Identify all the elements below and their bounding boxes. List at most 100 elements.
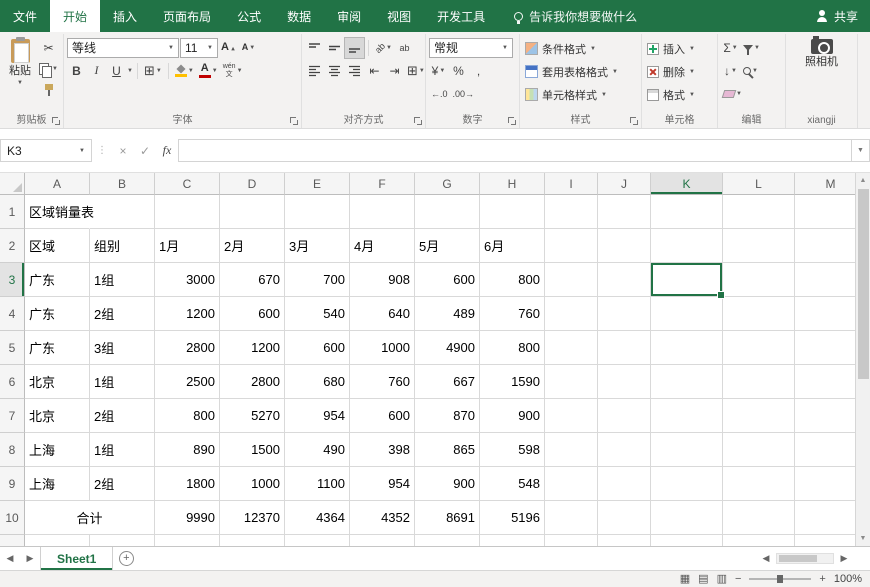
cell-K8[interactable] [651, 433, 723, 467]
horizontal-scrollbar[interactable]: ◀ ▶ [756, 547, 870, 570]
scroll-right-icon[interactable]: ▶ [834, 553, 854, 564]
cell-H11[interactable] [480, 535, 545, 546]
cell-G8[interactable]: 865 [415, 433, 480, 467]
cell-A2[interactable]: 区域 [25, 229, 90, 263]
cell-F9[interactable]: 954 [350, 467, 415, 501]
horizontal-scrollbar-track[interactable] [776, 553, 834, 564]
tab-page-layout[interactable]: 页面布局 [150, 0, 224, 32]
cell-E2[interactable]: 3月 [285, 229, 350, 263]
add-sheet-button[interactable]: + [113, 547, 139, 570]
underline-dropdown-icon[interactable]: ▼ [127, 68, 133, 74]
comma-style-button[interactable]: , [469, 61, 488, 81]
cell-H8[interactable]: 598 [480, 433, 545, 467]
tab-home[interactable]: 开始 [50, 0, 100, 32]
cell-I11[interactable] [545, 535, 598, 546]
cell-J2[interactable] [598, 229, 651, 263]
align-right-button[interactable] [345, 61, 364, 81]
formula-bar-expand-icon[interactable]: ▼ [852, 139, 870, 162]
paste-button[interactable]: 粘贴 ▼ [3, 36, 37, 89]
cell-L9[interactable] [723, 467, 795, 501]
column-header-B[interactable]: B [90, 173, 155, 195]
cell-B6[interactable]: 1组 [90, 365, 155, 399]
cell-G7[interactable]: 870 [415, 399, 480, 433]
cell-F3[interactable]: 908 [350, 263, 415, 297]
cell-A1[interactable]: 区域销量表 [25, 195, 90, 229]
cell-L8[interactable] [723, 433, 795, 467]
merge-center-button[interactable]: ⊞▼ [405, 61, 427, 81]
cell-I5[interactable] [545, 331, 598, 365]
accounting-format-button[interactable]: ¥▼ [429, 61, 448, 81]
cell-J10[interactable] [598, 501, 651, 535]
cell-J6[interactable] [598, 365, 651, 399]
vertical-scrollbar-thumb[interactable] [858, 189, 869, 379]
cell-D8[interactable]: 1500 [220, 433, 285, 467]
cell-J3[interactable] [598, 263, 651, 297]
cell-G11[interactable] [415, 535, 480, 546]
align-bottom-button[interactable] [345, 38, 364, 58]
column-header-A[interactable]: A [25, 173, 90, 195]
cell-E6[interactable]: 680 [285, 365, 350, 399]
sheet-nav-right-icon[interactable]: ▶ [20, 547, 40, 570]
cell-E3[interactable]: 700 [285, 263, 350, 297]
column-header-C[interactable]: C [155, 173, 220, 195]
cell-J7[interactable] [598, 399, 651, 433]
format-cells-button[interactable]: 格式▼ [645, 84, 697, 105]
cell-G5[interactable]: 4900 [415, 331, 480, 365]
cell-A5[interactable]: 广东 [25, 331, 90, 365]
zoom-slider[interactable] [749, 578, 811, 580]
cell-G6[interactable]: 667 [415, 365, 480, 399]
cell-J11[interactable] [598, 535, 651, 546]
paste-dropdown-icon[interactable]: ▼ [17, 80, 23, 86]
tab-insert[interactable]: 插入 [100, 0, 150, 32]
bold-button[interactable]: B [67, 61, 86, 81]
scroll-up-icon[interactable]: ▲ [860, 174, 867, 187]
cell-E11[interactable] [285, 535, 350, 546]
row-header-8[interactable]: 8 [0, 433, 25, 467]
tab-developer[interactable]: 开发工具 [424, 0, 498, 32]
cut-button[interactable]: ✂ [37, 38, 60, 58]
cell-I6[interactable] [545, 365, 598, 399]
name-box-dropdown-icon[interactable]: ▼ [79, 148, 85, 154]
cell-H2[interactable]: 6月 [480, 229, 545, 263]
font-size-select[interactable]: 11 ▼ [180, 38, 218, 58]
cell-K6[interactable] [651, 365, 723, 399]
font-name-select[interactable]: 等线 ▼ [67, 38, 179, 58]
cell-C11[interactable] [155, 535, 220, 546]
sort-filter-button[interactable]: ▼ [741, 38, 762, 58]
cell-D3[interactable]: 670 [220, 263, 285, 297]
cell-M8[interactable] [795, 433, 855, 467]
cell-K4[interactable] [651, 297, 723, 331]
cell-H7[interactable]: 900 [480, 399, 545, 433]
cell-D1[interactable] [220, 195, 285, 229]
align-top-button[interactable] [305, 38, 324, 58]
cell-C8[interactable]: 890 [155, 433, 220, 467]
cell-K9[interactable] [651, 467, 723, 501]
underline-button[interactable]: U [107, 61, 126, 81]
cell-F5[interactable]: 1000 [350, 331, 415, 365]
cell-B1[interactable] [90, 195, 155, 229]
camera-button[interactable]: 照相机 [792, 36, 852, 71]
cell-E8[interactable]: 490 [285, 433, 350, 467]
column-header-G[interactable]: G [415, 173, 480, 195]
cell-I9[interactable] [545, 467, 598, 501]
tab-review[interactable]: 审阅 [324, 0, 374, 32]
cell-E5[interactable]: 600 [285, 331, 350, 365]
clipboard-dialog-launcher[interactable] [51, 116, 61, 126]
cancel-button[interactable]: × [112, 139, 134, 162]
row-header-10[interactable]: 10 [0, 501, 25, 535]
cell-L11[interactable] [723, 535, 795, 546]
cell-E4[interactable]: 540 [285, 297, 350, 331]
wrap-text-button[interactable]: ab [395, 38, 414, 58]
autosum-button[interactable]: Σ▼ [721, 38, 740, 58]
cell-I2[interactable] [545, 229, 598, 263]
cell-F1[interactable] [350, 195, 415, 229]
decrease-decimal-button[interactable]: .00→ [451, 84, 477, 104]
cell-A6[interactable]: 北京 [25, 365, 90, 399]
column-header-K[interactable]: K [651, 173, 723, 195]
file-menu-button[interactable]: 文件 [0, 0, 50, 32]
cell-K1[interactable] [651, 195, 723, 229]
cell-J1[interactable] [598, 195, 651, 229]
cell-E10[interactable]: 4364 [285, 501, 350, 535]
cell-K5[interactable] [651, 331, 723, 365]
cell-C9[interactable]: 1800 [155, 467, 220, 501]
